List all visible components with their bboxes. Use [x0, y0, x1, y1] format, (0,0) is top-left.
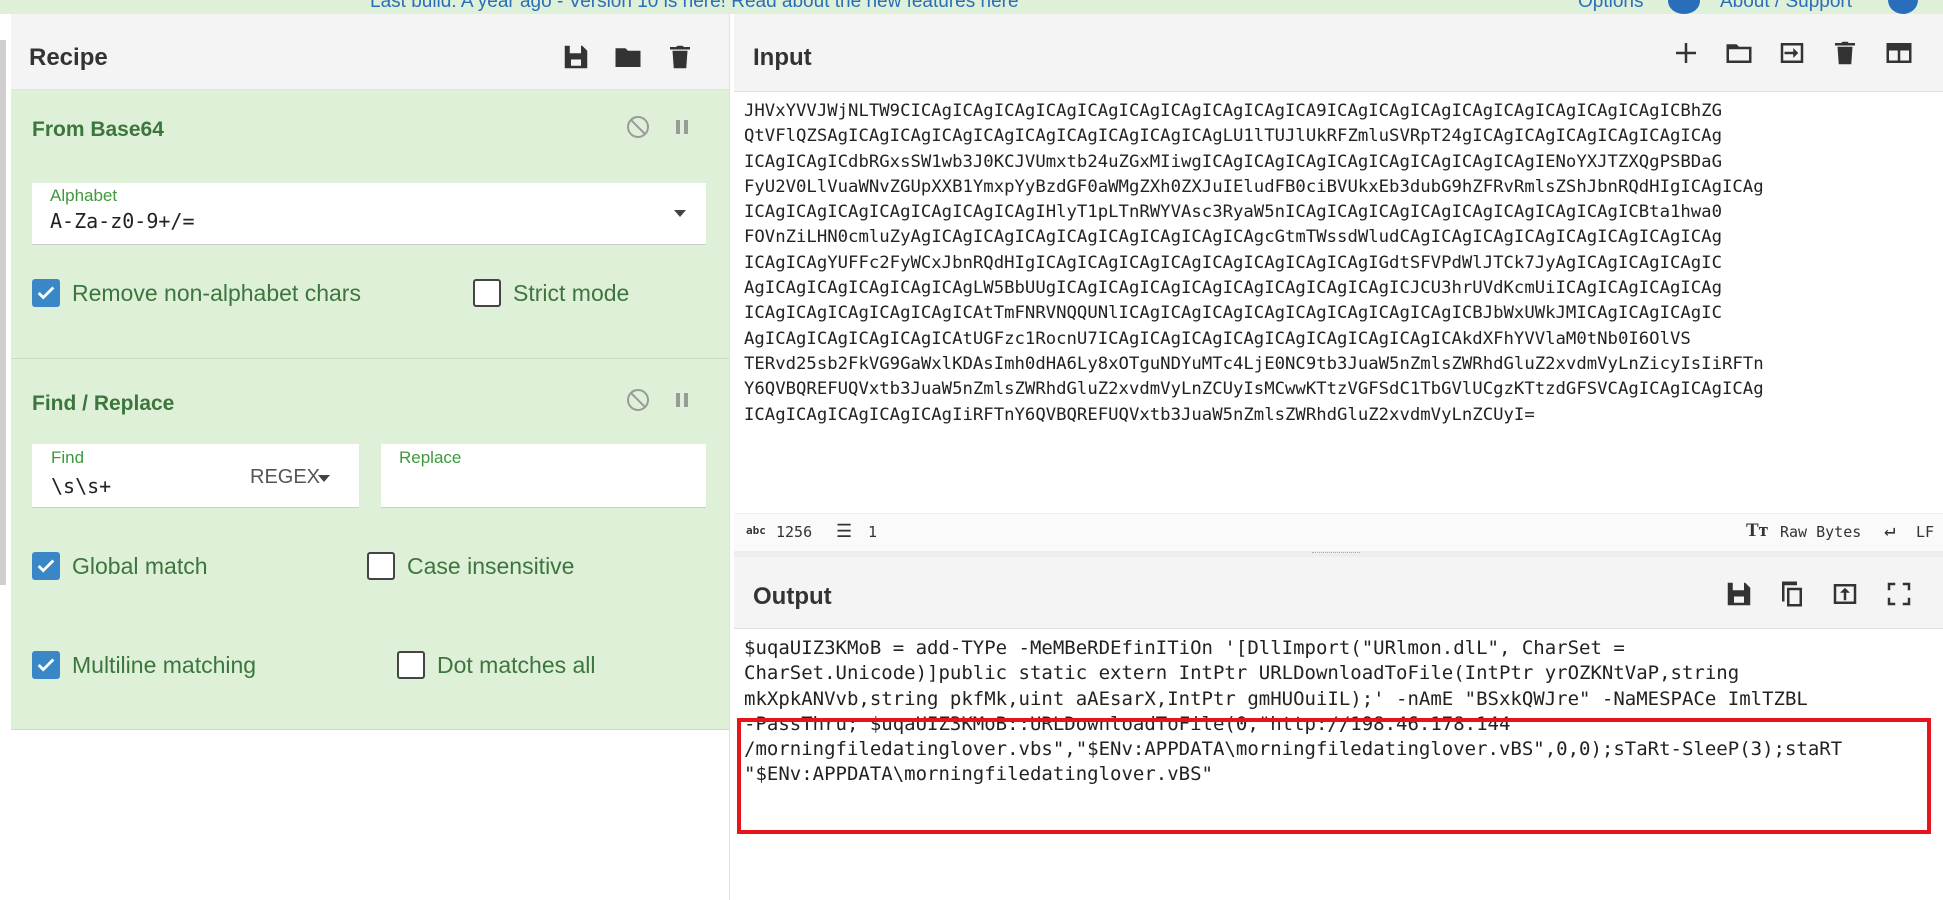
- find-label: Find: [51, 448, 85, 467]
- add-tab-plus-icon[interactable]: [1669, 36, 1703, 70]
- input-status-bar: abc 1256 ☰ 1 Tт Raw Bytes ↵ LF: [734, 513, 1943, 552]
- chevron-down-icon: [318, 475, 330, 482]
- input-eol[interactable]: LF: [1916, 523, 1934, 541]
- input-title: Input: [753, 44, 812, 71]
- pause-icon[interactable]: [669, 114, 695, 140]
- from-base64-operation[interactable]: From Base64 Alphabet A-Za-z0-9+/= Remove…: [11, 90, 729, 359]
- alphabet-label: Alphabet: [50, 186, 118, 205]
- highlight-box: [737, 718, 1931, 834]
- strict-mode-checkbox[interactable]: Strict mode: [473, 279, 629, 307]
- input-text-line: FyU2V0LlVuaWNvZGUpXXB1YmxpYyBzdGF0aWMgZX…: [744, 176, 1764, 197]
- checkbox-checked-icon[interactable]: [32, 279, 60, 307]
- dot-matches-all-checkbox[interactable]: Dot matches all: [397, 651, 596, 679]
- input-text-line: ICAgICAgICAgICAgICAgICAtTmFNRVNQQUNlICAg…: [744, 303, 1722, 324]
- input-text-line: ICAgICAgICdbRGxsSW1wb3J0KCJVUmxtb24uZGxM…: [744, 151, 1722, 172]
- checkbox-unchecked-icon[interactable]: [397, 651, 425, 679]
- find-replace-title: Find / Replace: [32, 392, 175, 415]
- input-text-line: JHVxYVVJWjNLTW9CICAgICAgICAgICAgICAgICAg…: [744, 101, 1722, 121]
- about-link[interactable]: About / Support: [1720, 0, 1852, 13]
- eol-icon: ↵: [1884, 519, 1896, 541]
- replace-input-with-output-icon[interactable]: [1828, 577, 1862, 611]
- strict-mode-label: Strict mode: [513, 279, 630, 306]
- remove-non-alphabet-checkbox[interactable]: Remove non-alphabet chars: [32, 279, 361, 307]
- find-replace-operation[interactable]: Find / Replace Find \s\s+ REGEX Replace …: [11, 359, 729, 730]
- input-text-line: TERvd25sb2FkVG9GaWxlKDAsImh0dHA6Ly8xOTgu…: [744, 353, 1764, 374]
- checkbox-unchecked-icon[interactable]: [473, 279, 501, 307]
- input-header: Input: [734, 14, 1943, 92]
- regex-mode-dropdown[interactable]: REGEX: [250, 466, 320, 489]
- output-text-line: mkXpkANVvb,string pkfMk,uint aAEsarX,Int…: [744, 687, 1808, 710]
- pause-icon[interactable]: [669, 387, 695, 413]
- recipe-header: Recipe: [11, 14, 729, 90]
- reset-layout-icon[interactable]: [1882, 36, 1916, 70]
- replace-input[interactable]: Replace: [381, 444, 706, 508]
- input-encoding[interactable]: Raw Bytes: [1780, 523, 1861, 541]
- char-count-icon: abc: [746, 524, 766, 537]
- checkbox-checked-icon[interactable]: [32, 651, 60, 679]
- input-text-line: ICAgICAgYUFFc2FyWCxJbnRQdHIgICAgICAgICAg…: [744, 252, 1722, 273]
- global-match-checkbox[interactable]: Global match: [32, 552, 208, 580]
- recipe-title: Recipe: [29, 44, 108, 71]
- input-text-line: FOVnZiLHN0cmluZyAgICAgICAgICAgICAgICAgIC…: [744, 227, 1722, 248]
- remove-non-alphabet-label: Remove non-alphabet chars: [72, 279, 361, 306]
- alphabet-value: A-Za-z0-9+/=: [50, 209, 195, 233]
- case-insensitive-checkbox[interactable]: Case insensitive: [367, 552, 574, 580]
- clear-recipe-trash-icon[interactable]: [663, 40, 697, 74]
- multiline-checkbox[interactable]: Multiline matching: [32, 651, 256, 679]
- gear-icon[interactable]: [1668, 0, 1700, 14]
- global-match-label: Global match: [72, 552, 208, 579]
- text-size-icon: Tт: [1746, 520, 1769, 541]
- dot-matches-all-label: Dot matches all: [437, 651, 596, 678]
- output-text-line: $uqaUIZ3KMoB = add-TYPe -MeMBeRDEfinITiO…: [744, 637, 1625, 659]
- output-title: Output: [753, 583, 832, 610]
- input-text-line: Y6QVBQREFUQVxtb3JuaW5nZmlsZWRhdGluZ2xvdm…: [744, 379, 1764, 400]
- input-textarea[interactable]: JHVxYVVJWjNLTW9CICAgICAgICAgICAgICAgICAg…: [744, 99, 1764, 428]
- char-count: 1256: [776, 523, 813, 541]
- alphabet-select[interactable]: Alphabet A-Za-z0-9+/=: [32, 183, 706, 245]
- from-base64-title: From Base64: [32, 118, 164, 141]
- banner-text[interactable]: Last build: A year ago - Version 10 is h…: [370, 0, 1019, 13]
- options-link[interactable]: Options: [1578, 0, 1643, 13]
- save-recipe-icon[interactable]: [559, 40, 593, 74]
- input-text-line: QtVFlQZSAgICAgICAgICAgICAgICAgICAgICAgIC…: [744, 126, 1722, 147]
- case-insensitive-label: Case insensitive: [407, 552, 575, 579]
- save-output-icon[interactable]: [1722, 577, 1756, 611]
- input-text-line: ICAgICAgICAgICAgICAgICAgICAgIHlyT1pLTnRW…: [744, 202, 1722, 223]
- find-value: \s\s+: [51, 474, 112, 498]
- output-header: Output: [734, 557, 1943, 629]
- output-text-line: CharSet.Unicode)]public static extern In…: [744, 662, 1740, 685]
- replace-label: Replace: [399, 448, 462, 467]
- recipe-pane: Recipe From Base64 Alphabet A-Za-z0-9+/=: [11, 14, 730, 900]
- top-banner: Last build: A year ago - Version 10 is h…: [0, 0, 1943, 14]
- load-recipe-folder-icon[interactable]: [611, 40, 645, 74]
- multiline-label: Multiline matching: [72, 651, 257, 678]
- input-text-line: AgICAgICAgICAgICAgICAtUGFzc1RocnU7ICAgIC…: [744, 328, 1691, 349]
- maximise-output-icon[interactable]: [1882, 577, 1916, 611]
- copy-output-icon[interactable]: [1775, 577, 1809, 611]
- checkbox-unchecked-icon[interactable]: [367, 552, 395, 580]
- line-count: 1: [868, 523, 878, 541]
- open-file-import-icon[interactable]: [1775, 36, 1809, 70]
- clear-input-trash-icon[interactable]: [1828, 36, 1862, 70]
- input-pane: Input JHVxYVVJWjNLTW9CICAgICAgICAgICAgIC…: [734, 14, 1943, 513]
- find-input[interactable]: Find \s\s+ REGEX: [32, 444, 359, 508]
- operations-pane-edge: [0, 40, 6, 585]
- disable-operation-icon[interactable]: [625, 387, 651, 413]
- line-count-icon: ☰: [836, 521, 853, 542]
- open-folder-icon[interactable]: [1722, 36, 1756, 70]
- checkbox-checked-icon[interactable]: [32, 552, 60, 580]
- input-text-line: AgICAgICAgICAgICAgICAgLW5BbUUgICAgICAgIC…: [744, 278, 1722, 299]
- chevron-down-icon: [674, 210, 686, 217]
- disable-operation-icon[interactable]: [625, 114, 651, 140]
- help-icon[interactable]: [1888, 0, 1918, 14]
- input-text-line: ICAgICAgICAgICAgICAgIiRFTnY6QVBQREFUQVxt…: [744, 404, 1535, 425]
